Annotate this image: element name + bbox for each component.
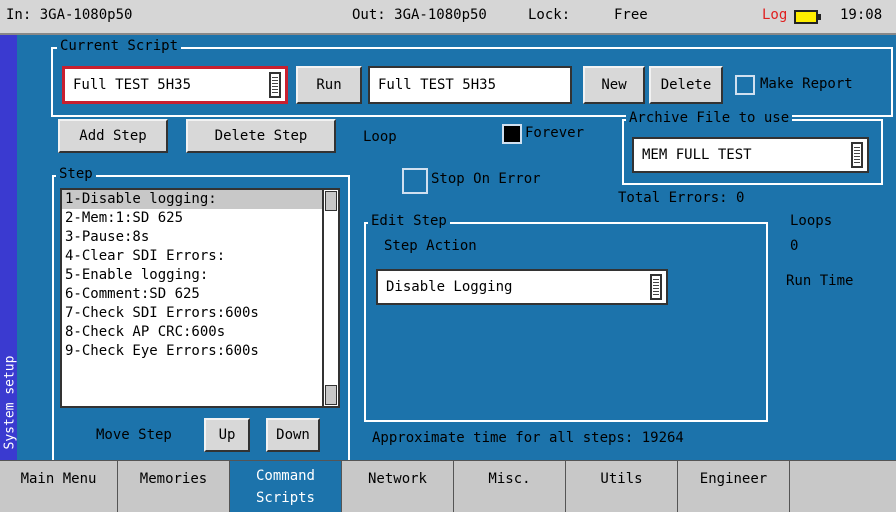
archive-legend: Archive File to use — [626, 110, 793, 126]
clock: 19:08 — [840, 7, 883, 23]
output-format: Out: 3GA-1080p50 — [352, 7, 487, 23]
screen: In: 3GA-1080p50 Out: 3GA-1080p50 Lock: F… — [0, 0, 896, 512]
move-up-button[interactable]: Up — [204, 418, 250, 452]
list-item[interactable]: 6-Comment:SD 625 — [62, 285, 338, 304]
tab-misc[interactable]: Misc. — [454, 461, 566, 512]
move-step-label: Move Step — [96, 427, 172, 443]
dropdown-icon — [851, 142, 863, 168]
step-list[interactable]: 1-Disable logging: 2-Mem:1:SD 625 3-Paus… — [60, 188, 340, 408]
stop-on-error-checkbox[interactable] — [402, 168, 428, 194]
delete-step-button[interactable]: Delete Step — [186, 119, 336, 153]
run-button[interactable]: Run — [296, 66, 362, 104]
step-legend: Step — [56, 166, 96, 182]
scroll-down-icon[interactable] — [325, 385, 337, 405]
list-item[interactable]: 7-Check SDI Errors:600s — [62, 304, 338, 323]
edit-step-legend: Edit Step — [368, 213, 450, 229]
loops-label: Loops — [790, 213, 833, 229]
list-item[interactable]: 8-Check AP CRC:600s — [62, 323, 338, 342]
delete-button[interactable]: Delete — [649, 66, 723, 104]
list-item[interactable]: 5-Enable logging: — [62, 266, 338, 285]
list-item[interactable]: 2-Mem:1:SD 625 — [62, 209, 338, 228]
new-button[interactable]: New — [583, 66, 645, 104]
list-item[interactable]: 3-Pause:8s — [62, 228, 338, 247]
status-bar: In: 3GA-1080p50 Out: 3GA-1080p50 Lock: F… — [0, 0, 896, 35]
scroll-up-icon[interactable] — [325, 191, 337, 211]
make-report-checkbox[interactable] — [735, 75, 755, 95]
tab-network[interactable]: Network — [342, 461, 454, 512]
loops-value: 0 — [790, 238, 799, 254]
tab-command-scripts[interactable]: Command Scripts — [230, 461, 342, 512]
log-indicator: Log — [762, 7, 788, 23]
dropdown-icon — [650, 274, 662, 300]
step-list-scrollbar[interactable] — [322, 190, 338, 406]
lock-label: Lock: — [528, 7, 571, 23]
stop-on-error-label: Stop On Error — [431, 171, 541, 187]
tab-engineer[interactable]: Engineer — [678, 461, 790, 512]
dropdown-icon — [269, 72, 281, 98]
current-script-legend: Current Script — [57, 38, 182, 54]
tab-bar: Main Menu Memories Command Scripts Netwo… — [0, 460, 896, 512]
run-time-label: Run Time — [786, 273, 854, 289]
tab-main-menu[interactable]: Main Menu — [0, 461, 118, 512]
script-select-value: Full TEST 5H35 — [73, 77, 192, 93]
add-step-button[interactable]: Add Step — [58, 119, 168, 153]
move-down-button[interactable]: Down — [266, 418, 320, 452]
tab-utils[interactable]: Utils — [566, 461, 678, 512]
list-item[interactable]: 1-Disable logging: — [62, 190, 338, 209]
input-format: In: 3GA-1080p50 — [6, 7, 133, 23]
total-errors: Total Errors: 0 — [618, 190, 745, 206]
step-action-label: Step Action — [384, 238, 477, 254]
script-name-input[interactable]: Full TEST 5H35 — [368, 66, 572, 104]
command-scripts-panel: Current Script Full TEST 5H35 Run Full T… — [18, 35, 896, 462]
sidebar-label: System setup — [2, 355, 18, 450]
script-select[interactable]: Full TEST 5H35 — [62, 66, 288, 104]
archive-file-select[interactable]: MEM FULL TEST — [632, 137, 869, 173]
system-setup-sidebar[interactable]: System setup — [0, 35, 18, 460]
battery-icon — [794, 10, 821, 24]
list-item[interactable]: 4-Clear SDI Errors: — [62, 247, 338, 266]
loop-label: Loop — [363, 129, 397, 145]
lock-status: Free — [614, 7, 648, 23]
forever-checkbox[interactable] — [502, 124, 522, 144]
approximate-time: Approximate time for all steps: 19264 — [372, 430, 684, 446]
tab-memories[interactable]: Memories — [118, 461, 230, 512]
step-action-select[interactable]: Disable Logging — [376, 269, 668, 305]
forever-label: Forever — [525, 125, 585, 141]
list-item[interactable]: 9-Check Eye Errors:600s — [62, 342, 338, 361]
make-report-label: Make Report — [760, 76, 853, 92]
